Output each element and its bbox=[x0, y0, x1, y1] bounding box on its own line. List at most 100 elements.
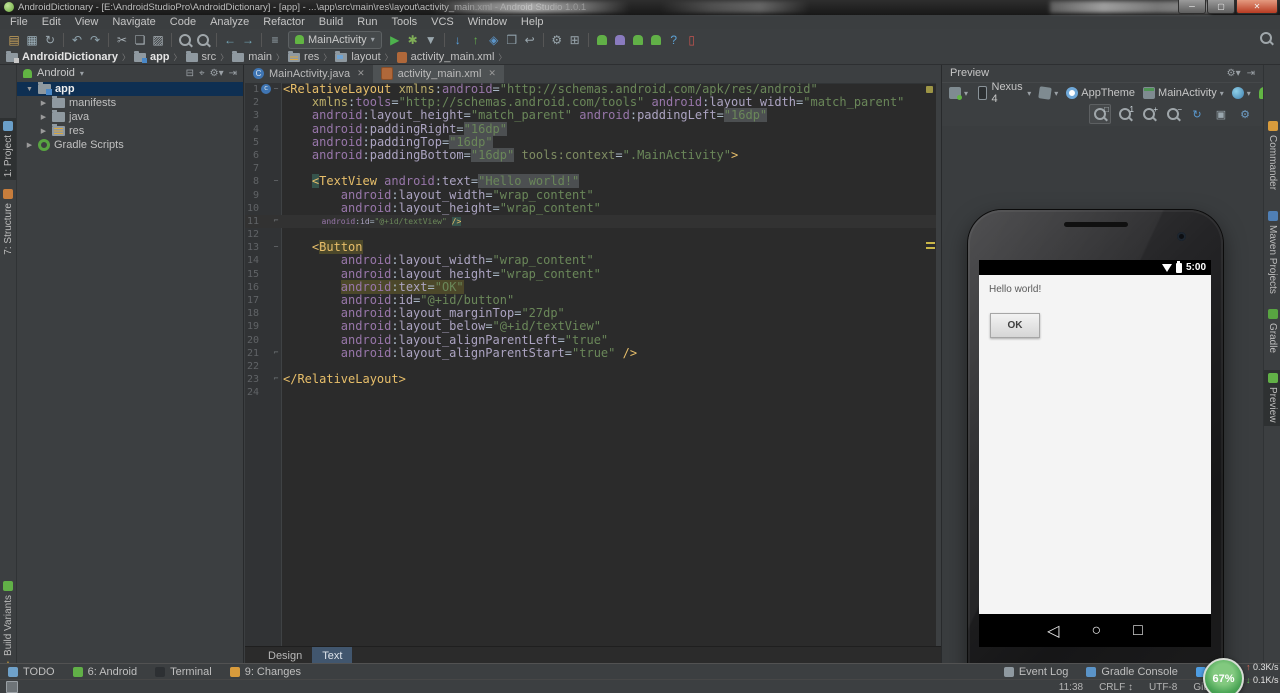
stripe-item-gradle[interactable]: Gradle bbox=[1264, 306, 1280, 356]
project-structure-icon[interactable]: ⊞ bbox=[566, 31, 584, 49]
breadcrumb-item-layout[interactable]: layout bbox=[335, 50, 381, 63]
code-line-6[interactable]: 6 android:paddingBottom="16dp" tools:con… bbox=[245, 147, 936, 162]
phone-screen[interactable]: 5:00 Hello world! OK ◁ ○ □ bbox=[979, 260, 1211, 647]
lock-icon[interactable]: ◈ bbox=[485, 31, 503, 49]
preview-settings-icon[interactable]: ⚙ bbox=[1235, 105, 1255, 123]
menu-navigate[interactable]: Navigate bbox=[105, 16, 162, 28]
caret-position[interactable]: 11:38 bbox=[1059, 682, 1083, 693]
breadcrumb-item-src[interactable]: src bbox=[185, 50, 216, 63]
zoom-actual-icon[interactable]: 1 bbox=[1115, 105, 1135, 123]
android-icon[interactable] bbox=[647, 31, 665, 49]
tab-design[interactable]: Design bbox=[258, 647, 312, 664]
line-separator[interactable]: CRLF ↕ bbox=[1099, 682, 1133, 693]
breadcrumb-item-res[interactable]: res bbox=[288, 50, 319, 63]
cut-icon[interactable]: ✂ bbox=[113, 31, 131, 49]
expanded-arrow-icon[interactable]: ▼ bbox=[25, 86, 34, 93]
toolwindow-event-log[interactable]: Event Log bbox=[1003, 666, 1068, 678]
zoom-out-icon[interactable]: − bbox=[1163, 105, 1183, 123]
run-icon[interactable]: ▶ bbox=[386, 31, 404, 49]
project-view-selector[interactable]: Android bbox=[37, 67, 75, 79]
sync-icon[interactable]: ↻ bbox=[41, 31, 59, 49]
tree-item-java[interactable]: ▶ java bbox=[17, 110, 243, 124]
debug-icon[interactable]: ✱ bbox=[404, 31, 422, 49]
apptheme-selector[interactable]: AppTheme bbox=[1063, 87, 1138, 99]
collapsed-arrow-icon[interactable]: ▶ bbox=[39, 127, 48, 135]
fold-marker[interactable]: − bbox=[272, 177, 280, 185]
breadcrumb-item-app[interactable]: app bbox=[133, 50, 170, 63]
collapsed-arrow-icon[interactable]: ▶ bbox=[39, 113, 48, 121]
avd-manager-icon[interactable] bbox=[611, 31, 629, 49]
replace-icon[interactable] bbox=[194, 31, 212, 49]
breadcrumb-item-androiddictionary[interactable]: AndroidDictionary bbox=[6, 50, 118, 63]
menu-run[interactable]: Run bbox=[350, 16, 384, 28]
zoom-in-icon[interactable]: + bbox=[1139, 105, 1159, 123]
copy-icon[interactable]: ❏ bbox=[131, 31, 149, 49]
close-icon[interactable]: ✕ bbox=[357, 68, 365, 79]
screenshot-icon[interactable]: ▣ bbox=[1211, 105, 1231, 123]
tree-item-app[interactable]: ▼ app bbox=[17, 82, 243, 96]
collapsed-arrow-icon[interactable]: ▶ bbox=[25, 141, 34, 149]
menu-vcs[interactable]: VCS bbox=[424, 16, 461, 28]
stripe-item-1-project[interactable]: 1: Project bbox=[0, 118, 16, 181]
hide-preview-icon[interactable]: ⇥ bbox=[1247, 68, 1255, 79]
nexus-4-selector[interactable]: Nexus 4 ▾ bbox=[973, 81, 1034, 105]
file-encoding[interactable]: UTF-8 bbox=[1149, 682, 1177, 693]
vcs-update-icon[interactable]: ↓ bbox=[449, 31, 467, 49]
minimize-button[interactable]: ─ bbox=[1178, 0, 1206, 14]
locale-globe-selector[interactable]: ▾ bbox=[1229, 87, 1254, 99]
make-project-icon[interactable]: ≡ bbox=[266, 31, 284, 49]
stripe-item-maven-projects[interactable]: Maven Projects bbox=[1264, 208, 1280, 297]
collapse-all-icon[interactable]: ⊟ bbox=[186, 68, 194, 79]
sdk-manager-icon[interactable] bbox=[593, 31, 611, 49]
ok-button[interactable]: OK bbox=[990, 313, 1040, 338]
tree-item-res[interactable]: ▶ res bbox=[17, 124, 243, 138]
search-everywhere-icon[interactable] bbox=[1260, 32, 1272, 47]
code-line-10[interactable]: 10 android:layout_height="wrap_content" bbox=[245, 201, 936, 215]
code-line-21[interactable]: 21 ⌐ android:layout_alignParentStart="tru… bbox=[245, 346, 936, 360]
code-editor[interactable]: 1 c − <RelativeLayout xmlns:android="http:/… bbox=[245, 83, 936, 646]
rollback-icon[interactable]: ↩ bbox=[521, 31, 539, 49]
close-icon[interactable]: ✕ bbox=[488, 68, 496, 79]
menu-view[interactable]: View bbox=[68, 16, 106, 28]
menu-help[interactable]: Help bbox=[514, 16, 551, 28]
scroll-to-source-icon[interactable]: ⌖ bbox=[199, 68, 205, 79]
title-bar[interactable]: AndroidDictionary - [E:\AndroidStudioPro… bbox=[0, 0, 1280, 15]
zoom-fit-icon[interactable]: □ bbox=[1089, 104, 1111, 124]
vcs-commit-icon[interactable]: ↑ bbox=[467, 31, 485, 49]
open-icon[interactable]: ▤ bbox=[5, 31, 23, 49]
attach-debugger-icon[interactable]: ▼ bbox=[422, 31, 440, 49]
stripe-item-7-structure[interactable]: 7: Structure bbox=[0, 186, 16, 258]
preview-canvas[interactable]: 5:00 Hello world! OK ◁ ○ □ bbox=[942, 126, 1263, 693]
toolwindow-todo[interactable]: TODO bbox=[8, 666, 55, 678]
menu-code[interactable]: Code bbox=[163, 16, 203, 28]
fold-marker[interactable]: − bbox=[272, 85, 280, 93]
mainactivity-selector[interactable]: MainActivity ▾ bbox=[1140, 87, 1227, 99]
recents-nav-icon[interactable]: □ bbox=[1133, 622, 1143, 640]
menu-tools[interactable]: Tools bbox=[384, 16, 424, 28]
stripe-item-commander[interactable]: Commander bbox=[1264, 118, 1280, 193]
code-line-15[interactable]: 15 android:layout_height="wrap_content" bbox=[245, 267, 936, 281]
save-icon[interactable]: ▦ bbox=[23, 31, 41, 49]
stripe-item-build-variants[interactable]: Build Variants bbox=[0, 578, 16, 659]
toolwindow-6-android[interactable]: 6: Android bbox=[72, 666, 137, 678]
tab-mainactivity-java[interactable]: C MainActivity.java ✕ bbox=[245, 64, 373, 83]
toolwindow-gradle-console[interactable]: Gradle Console bbox=[1086, 666, 1178, 678]
paste-icon[interactable]: ▨ bbox=[149, 31, 167, 49]
stripe-item-preview[interactable]: Preview bbox=[1264, 370, 1280, 426]
diff-icon[interactable]: ❒ bbox=[503, 31, 521, 49]
hide-panel-icon[interactable]: ⇥ bbox=[229, 68, 237, 79]
panel-settings-gear-icon[interactable]: ⚙▾ bbox=[210, 68, 224, 79]
menu-refactor[interactable]: Refactor bbox=[256, 16, 312, 28]
tab-text[interactable]: Text bbox=[312, 647, 353, 664]
menu-analyze[interactable]: Analyze bbox=[203, 16, 256, 28]
menu-window[interactable]: Window bbox=[461, 16, 514, 28]
layout-config-selector[interactable]: ▾ bbox=[946, 87, 971, 100]
menu-file[interactable]: File bbox=[3, 16, 35, 28]
code-line-23[interactable]: 23 ⌐ </RelativeLayout> bbox=[245, 373, 936, 386]
back-icon[interactable]: ← bbox=[221, 31, 239, 49]
chevron-down-icon[interactable]: ▾ bbox=[80, 69, 84, 78]
help-icon[interactable]: ? bbox=[665, 31, 683, 49]
back-nav-icon[interactable]: ◁ bbox=[1047, 621, 1059, 641]
code-line-24[interactable]: 24 bbox=[245, 386, 936, 399]
class-gutter-icon[interactable]: c bbox=[261, 84, 271, 94]
